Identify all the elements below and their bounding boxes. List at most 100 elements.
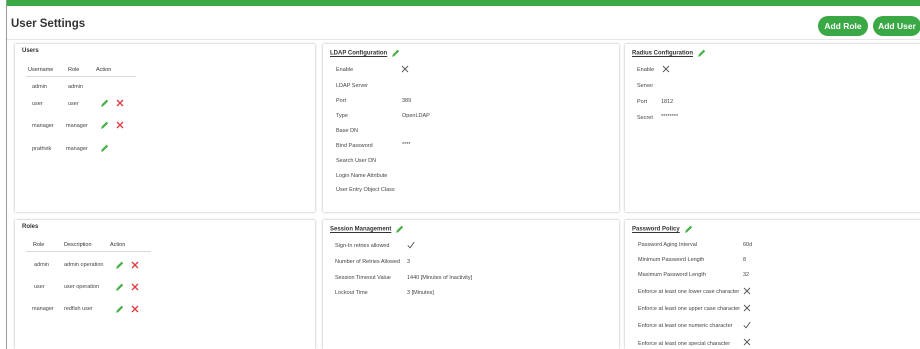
ldap-field-label: Bind Password	[336, 143, 373, 149]
ldap-edit-pencil-icon[interactable]	[391, 48, 400, 58]
radius-field-label: Secret	[637, 115, 653, 121]
role-row-description: admin operation	[64, 262, 104, 268]
disabled-x-icon	[401, 65, 409, 73]
top-accent-bar	[7, 0, 920, 6]
session-title: Session Management	[330, 224, 404, 234]
users-header-divider	[26, 76, 136, 77]
radius-field-label: Enable	[637, 67, 655, 73]
policy-field-value: 8	[743, 257, 747, 263]
policy-title-text: Password Policy	[632, 226, 680, 233]
edit-pencil-icon[interactable]	[100, 120, 109, 130]
ldap-field-label: Base DN	[336, 128, 359, 134]
ldap-field-label: LDAP Server	[336, 83, 368, 89]
enabled-check-icon	[407, 241, 415, 249]
radius-field-value: 1812	[661, 99, 674, 105]
add-user-button[interactable]: Add User	[873, 16, 920, 36]
user-row-role: manager	[66, 146, 88, 152]
session-field-value: 3	[407, 259, 411, 265]
edit-pencil-icon[interactable]	[100, 98, 109, 108]
user-row-role: user	[68, 101, 79, 107]
ldap-title: LDAP Configuration	[330, 48, 400, 58]
header-divider	[7, 39, 920, 40]
edit-pencil-icon[interactable]	[115, 304, 124, 314]
session-title-text: Session Management	[330, 226, 392, 233]
role-row-name: user	[34, 284, 45, 290]
policy-field-label: Enforce at least one special character	[638, 341, 731, 347]
add-role-button[interactable]: Add Role	[818, 16, 868, 36]
session-field-value: 3 [Minutes]	[407, 290, 434, 296]
session-field-label: Sign-In retries allowed	[335, 243, 390, 249]
user-row-role: admin	[68, 84, 83, 90]
delete-x-icon[interactable]	[131, 261, 139, 269]
user-row-username: prathvik	[32, 146, 52, 152]
disabled-x-icon	[743, 338, 751, 346]
roles-header-divider	[26, 251, 151, 252]
policy-field-label: Maximum Password Length	[638, 272, 706, 278]
roles-panel: Roles Role Description Action admin admi…	[15, 220, 315, 349]
role-row-name: admin	[34, 262, 49, 268]
session-panel: Session Management Sign-In retries allow…	[323, 220, 619, 349]
enabled-check-icon	[743, 321, 751, 329]
policy-field-value: 32	[743, 272, 750, 278]
delete-x-icon[interactable]	[116, 99, 124, 107]
users-col-role: Role	[68, 67, 80, 73]
policy-field-label: Enforce at least one numeric character	[638, 323, 733, 329]
user-row-username: user	[32, 101, 43, 107]
policy-field-label: Enforce at least one upper case characte…	[638, 306, 741, 312]
session-field-label: Number of Retries Allowed	[335, 259, 401, 265]
ldap-field-label: Login Name Attribute	[336, 173, 388, 179]
delete-x-icon[interactable]	[116, 121, 124, 129]
disabled-x-icon	[743, 287, 751, 295]
edit-pencil-icon[interactable]	[115, 282, 124, 292]
users-title: Users	[22, 48, 39, 54]
radius-field-value: ********	[661, 114, 679, 120]
page-title: User Settings	[11, 18, 86, 30]
users-col-username: Username	[28, 67, 54, 73]
radius-edit-pencil-icon[interactable]	[697, 48, 706, 58]
session-field-label: Lockout Time	[335, 290, 368, 296]
ldap-field-label: Search User DN	[336, 158, 377, 164]
ldap-field-label: Port	[336, 98, 347, 104]
roles-col-description: Description	[64, 242, 92, 248]
password-policy-panel: Password Policy Password Aging Interval …	[625, 220, 920, 349]
edit-pencil-icon[interactable]	[100, 143, 109, 153]
policy-field-value: 60d	[743, 242, 753, 248]
radius-field-label: Server	[637, 83, 654, 89]
roles-col-role: Role	[33, 242, 45, 248]
ldap-field-label: Type	[336, 113, 348, 119]
roles-title: Roles	[22, 224, 39, 230]
radius-field-label: Port	[637, 99, 648, 105]
role-row-description: user operation	[64, 284, 100, 290]
edit-pencil-icon[interactable]	[115, 260, 124, 270]
user-row-username: admin	[32, 84, 47, 90]
session-field-label: Session Timeout Value	[335, 275, 391, 281]
ldap-field-value: OpenLDAP	[402, 113, 430, 119]
disabled-x-icon	[662, 65, 670, 73]
disabled-x-icon	[743, 304, 751, 312]
user-settings-page: User Settings Add Role Add User Users Us…	[6, 0, 920, 349]
ldap-title-text: LDAP Configuration	[330, 50, 388, 57]
radius-title-text: Radius Configuration	[632, 50, 693, 57]
radius-panel: Radius Configuration Enable Server Port …	[625, 44, 920, 212]
role-row-description: redfish user	[64, 306, 93, 312]
delete-x-icon[interactable]	[131, 283, 139, 291]
policy-field-label: Password Aging Interval	[638, 242, 698, 248]
ldap-field-label: User Entry Object Class	[336, 187, 395, 193]
users-col-action: Action	[96, 67, 112, 73]
ldap-field-value: ****	[402, 142, 411, 148]
policy-title: Password Policy	[632, 224, 693, 234]
ldap-field-value: 389	[402, 98, 412, 104]
ldap-field-label: Enable	[336, 67, 354, 73]
session-field-value: 1440 [Minutes of Inactivity]	[407, 275, 473, 281]
delete-x-icon[interactable]	[131, 305, 139, 313]
user-row-role: manager	[66, 123, 88, 129]
policy-field-label: Enforce at least one lower case characte…	[638, 289, 740, 295]
session-edit-pencil-icon[interactable]	[395, 224, 404, 234]
ldap-panel: LDAP Configuration Enable LDAP Server Po…	[323, 44, 619, 212]
policy-edit-pencil-icon[interactable]	[684, 224, 693, 234]
user-row-username: manager	[32, 123, 54, 129]
role-row-name: manager	[32, 306, 54, 312]
radius-title: Radius Configuration	[632, 48, 706, 58]
policy-field-label: Minimum Password Length	[638, 257, 705, 263]
users-panel: Users Username Role Action admin admin u…	[15, 44, 315, 212]
